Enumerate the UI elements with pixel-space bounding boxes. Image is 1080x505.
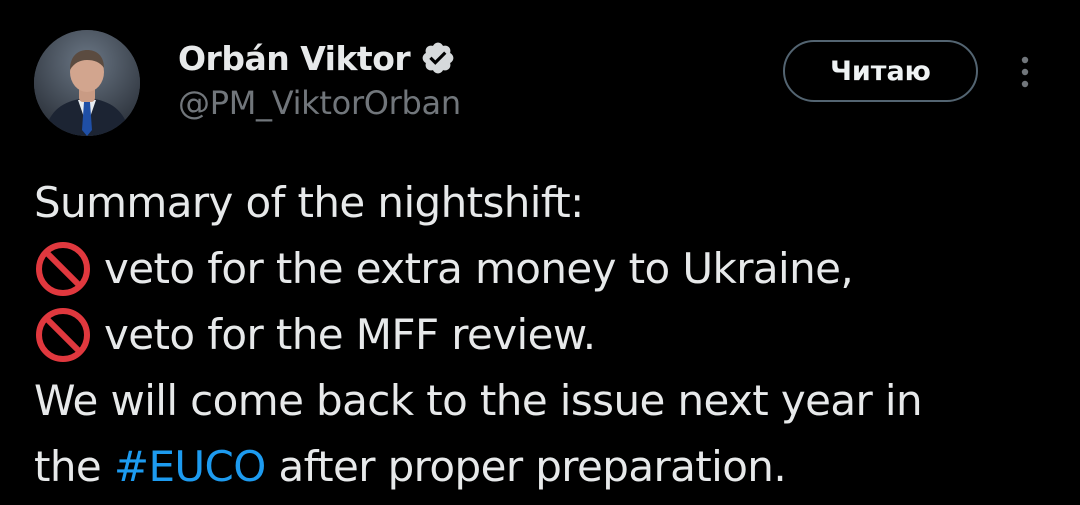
author-handle[interactable]: @PM_ViktorOrban — [178, 84, 461, 122]
author-name-row[interactable]: Orbán Viktor — [178, 36, 456, 80]
tweet-line: the #EUCO after proper preparation. — [34, 434, 1074, 500]
tweet-line-text: veto for the MFF review. — [104, 310, 596, 359]
tweet-line: veto for the MFF review. — [34, 302, 1074, 368]
tweet-line-text: after proper preparation. — [265, 442, 787, 491]
tweet-line: veto for the extra money to Ukraine, — [34, 236, 1074, 302]
tweet-line-text: We will come back to the issue next year… — [34, 376, 923, 425]
avatar[interactable] — [34, 30, 140, 136]
tweet-line: Summary of the nightshift: — [34, 170, 1074, 236]
no-entry-sign-icon — [34, 240, 92, 298]
no-entry-sign-icon — [34, 306, 92, 364]
tweet-line: We will come back to the issue next year… — [34, 368, 1074, 434]
following-button[interactable]: Читаю — [783, 40, 978, 102]
tweet: Orbán Viktor @PM_ViktorOrban Читаю Summa… — [0, 0, 1080, 505]
tweet-line-text: the — [34, 442, 114, 491]
tweet-text: Summary of the nightshift: veto for the … — [34, 170, 1074, 500]
avatar-photo — [34, 30, 140, 136]
more-vertical-icon[interactable] — [1010, 52, 1040, 92]
tweet-line-text: veto for the extra money to Ukraine, — [104, 244, 854, 293]
tweet-line-text: Summary of the nightshift: — [34, 178, 584, 227]
hashtag-link[interactable]: #EUCO — [114, 434, 266, 500]
verified-badge-icon[interactable] — [420, 40, 456, 76]
author-display-name[interactable]: Orbán Viktor — [178, 39, 411, 78]
